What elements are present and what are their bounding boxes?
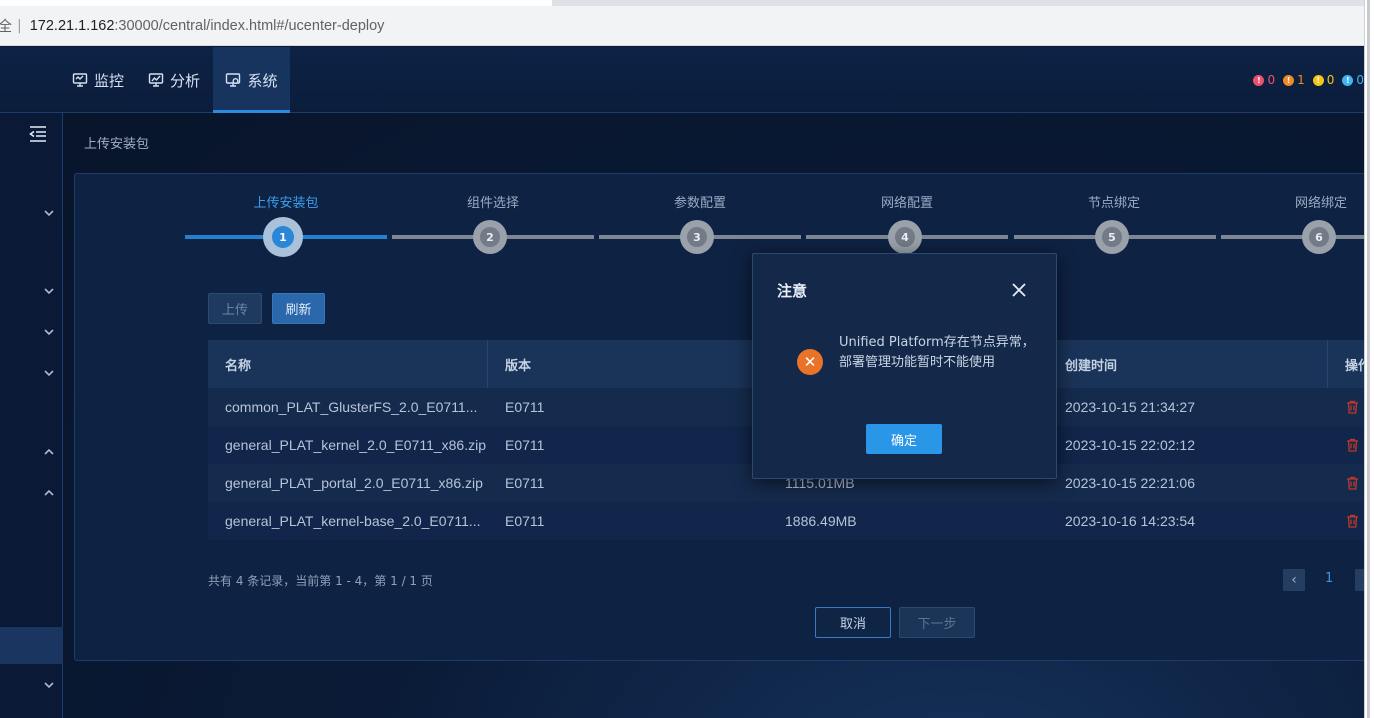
- next-step-button[interactable]: 下一步: [899, 607, 975, 638]
- table-row[interactable]: general_PLAT_kernel-base_2.0_E0711... E0…: [208, 502, 1364, 540]
- settings-screen-icon: [226, 73, 241, 87]
- cell-created: 2023-10-15 22:02:12: [1065, 437, 1195, 453]
- nav-item-monitor[interactable]: 监控: [62, 47, 134, 113]
- cell-version: E0711: [505, 399, 545, 415]
- cell-version: E0711: [505, 437, 545, 453]
- url-host: 172.21.1.162: [29, 17, 115, 34]
- upload-button[interactable]: 上传: [208, 293, 262, 324]
- pagination-prev-button[interactable]: ‹: [1283, 569, 1305, 591]
- top-nav: 监控 分析 系统 ! 0 ! 1 ! 0 ! 0: [0, 47, 1364, 113]
- step-label-params[interactable]: 参数配置: [674, 192, 726, 211]
- error-icon: ✕: [797, 349, 823, 375]
- confirm-button[interactable]: 确定: [866, 424, 942, 454]
- alert-summary[interactable]: ! 0 ! 1 ! 0 ! 0: [1253, 73, 1364, 87]
- alert-minor-icon: !: [1312, 74, 1324, 86]
- pagination-next-button[interactable]: ›: [1355, 569, 1364, 591]
- alert-major-icon: !: [1283, 74, 1295, 86]
- alert-info-count: 0: [1356, 73, 1364, 87]
- step-circle-1[interactable]: 1: [263, 217, 303, 257]
- chevron-up-icon[interactable]: [43, 446, 55, 458]
- nav-item-label: 监控: [93, 71, 124, 90]
- sidebar: [0, 113, 63, 718]
- delete-icon[interactable]: [1328, 464, 1364, 502]
- breadcrumb: 上传安装包: [84, 137, 150, 152]
- step-label-node-binding[interactable]: 节点绑定: [1088, 192, 1140, 211]
- alert-major-count: 1: [1297, 73, 1305, 87]
- pagination-page-1[interactable]: 1: [1325, 571, 1333, 586]
- step-label-network[interactable]: 网络配置: [881, 192, 933, 211]
- alert-critical-icon: !: [1253, 74, 1265, 86]
- url-path: :30000/central/index.html#/ucenter-deplo…: [114, 17, 385, 34]
- app-root: 监控 分析 系统 ! 0 ! 1 ! 0 ! 0 上传安装包 上传安装包 组件选…: [0, 47, 1364, 718]
- column-header-version[interactable]: 版本: [488, 340, 768, 388]
- step-connector: [1221, 235, 1364, 239]
- cell-created: 2023-10-15 22:21:06: [1065, 475, 1195, 491]
- cell-version: E0711: [505, 513, 545, 529]
- step-label-upload[interactable]: 上传安装包: [253, 192, 318, 211]
- sidebar-item-selected[interactable]: [0, 627, 63, 664]
- nav-item-label: 系统: [247, 71, 278, 90]
- chevron-down-icon[interactable]: [43, 207, 55, 219]
- window-scrollbar[interactable]: [1364, 0, 1374, 718]
- address-url[interactable]: 172.21.1.162:30000/central/index.html#/u…: [30, 18, 385, 34]
- cell-size: 1886.49MB: [785, 513, 857, 529]
- alert-info-icon: !: [1342, 74, 1354, 86]
- cell-name: common_PLAT_GlusterFS_2.0_E0711...: [225, 399, 478, 415]
- step-progress: 上传安装包 组件选择 参数配置 网络配置 节点绑定 网络绑定 1 2 3 4 5…: [75, 174, 1364, 274]
- nav-item-label: 分析: [169, 71, 200, 90]
- chevron-down-icon[interactable]: [43, 285, 55, 297]
- step-circle-4[interactable]: 4: [888, 220, 922, 254]
- cell-name: general_PLAT_portal_2.0_E0711_x86.zip: [225, 475, 483, 491]
- step-circle-6[interactable]: 6: [1302, 220, 1336, 254]
- address-separator: |: [17, 17, 22, 34]
- close-icon[interactable]: [1011, 282, 1027, 298]
- delete-icon[interactable]: [1328, 502, 1364, 540]
- monitor-icon: [72, 73, 88, 87]
- chart-icon: [148, 73, 164, 87]
- deploy-panel: 上传安装包 组件选择 参数配置 网络配置 节点绑定 网络绑定 1 2 3 4 5…: [74, 173, 1364, 661]
- chevron-up-icon[interactable]: [43, 487, 55, 499]
- cell-name: general_PLAT_kernel-base_2.0_E0711...: [225, 513, 481, 529]
- cell-created: 2023-10-15 21:34:27: [1065, 399, 1195, 415]
- warning-dialog: 注意 ✕ Unified Platform存在节点异常，部署管理功能暂时不能使用…: [752, 253, 1057, 479]
- column-header-created[interactable]: 创建时间: [1048, 340, 1328, 388]
- alert-critical-count: 0: [1267, 73, 1276, 87]
- cell-name: general_PLAT_kernel_2.0_E0711_x86.zip: [225, 437, 487, 453]
- dialog-message: Unified Platform存在节点异常，部署管理功能暂时不能使用: [839, 335, 1035, 370]
- security-indicator[interactable]: 全: [0, 16, 12, 36]
- pagination-info: 共有 4 条记录，当前第 1 - 4，第 1 / 1 页: [208, 574, 433, 588]
- column-header-actions: 操作: [1345, 358, 1364, 374]
- chevron-down-icon[interactable]: [43, 679, 55, 691]
- step-circle-3[interactable]: 3: [680, 220, 714, 254]
- delete-icon[interactable]: [1328, 388, 1364, 426]
- cell-version: E0711: [505, 475, 545, 491]
- address-bar[interactable]: 全 | 172.21.1.162:30000/central/index.htm…: [0, 6, 1364, 46]
- nav-item-analysis[interactable]: 分析: [138, 47, 210, 113]
- chevron-down-icon[interactable]: [43, 367, 55, 379]
- delete-icon[interactable]: [1328, 426, 1364, 464]
- step-circle-2[interactable]: 2: [473, 220, 507, 254]
- chevron-down-icon[interactable]: [43, 326, 55, 338]
- menu-collapse-icon[interactable]: [28, 125, 48, 143]
- step-label-network-binding[interactable]: 网络绑定: [1295, 192, 1347, 211]
- refresh-button[interactable]: 刷新: [272, 293, 325, 324]
- nav-item-system[interactable]: 系统: [213, 47, 290, 113]
- dialog-title: 注意: [777, 282, 808, 300]
- step-circle-5[interactable]: 5: [1095, 220, 1129, 254]
- cell-created: 2023-10-16 14:23:54: [1065, 513, 1195, 529]
- alert-minor-count: 0: [1326, 73, 1335, 87]
- cancel-button[interactable]: 取消: [815, 607, 891, 638]
- column-header-name[interactable]: 名称: [208, 340, 488, 388]
- step-label-components[interactable]: 组件选择: [467, 192, 519, 211]
